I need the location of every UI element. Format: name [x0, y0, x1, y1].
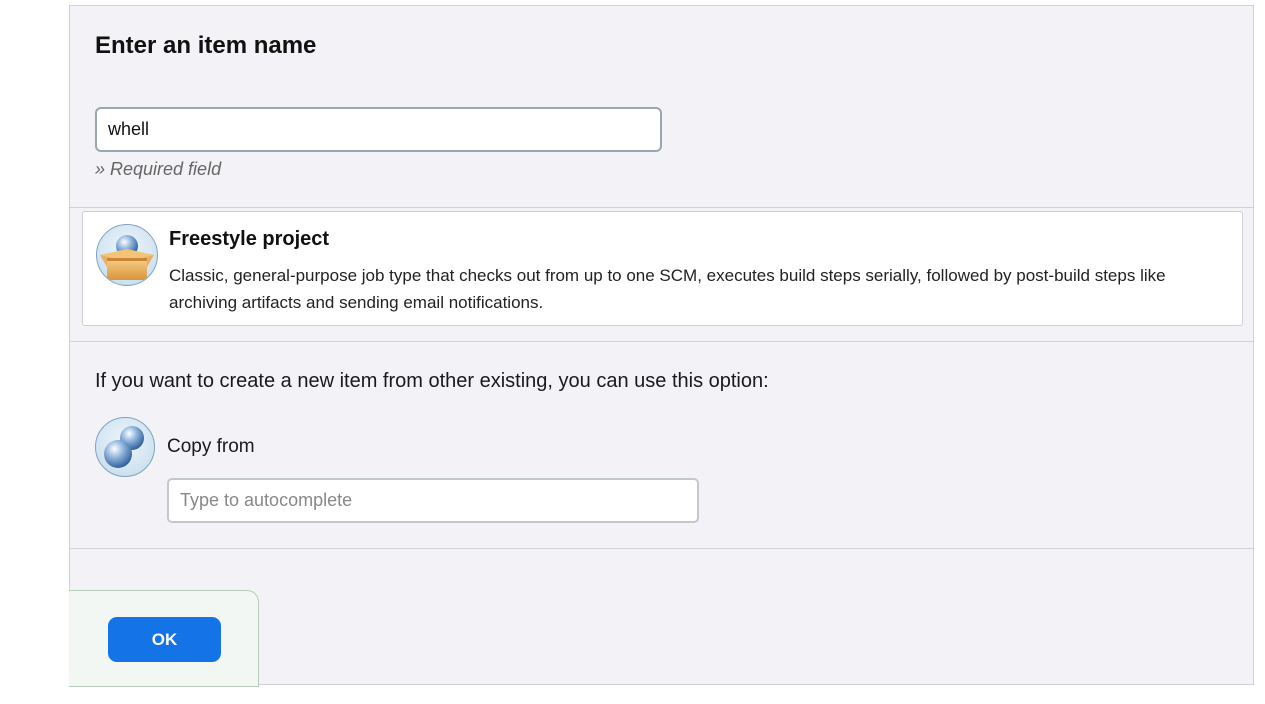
page-title: Enter an item name [95, 32, 317, 59]
divider [70, 548, 1253, 549]
copy-from-intro: If you want to create a new item from ot… [95, 370, 769, 392]
copy-from-label: Copy from [167, 436, 255, 457]
ok-button[interactable]: OK [108, 617, 221, 662]
item-type-freestyle-project[interactable]: Freestyle project Classic, general-purpo… [82, 211, 1243, 326]
form-footer: OK [69, 590, 259, 687]
divider [70, 341, 1253, 342]
divider [70, 207, 1253, 208]
item-type-title: Freestyle project [169, 228, 330, 250]
copy-from-input[interactable] [167, 478, 699, 523]
item-name-input[interactable] [95, 107, 662, 152]
required-field-note: » Required field [95, 159, 222, 179]
copy-from-icon [95, 417, 155, 477]
new-item-panel: Enter an item name » Required field [69, 5, 1254, 687]
item-type-description: Classic, general-purpose job type that c… [169, 266, 1166, 312]
freestyle-project-icon [96, 224, 158, 286]
